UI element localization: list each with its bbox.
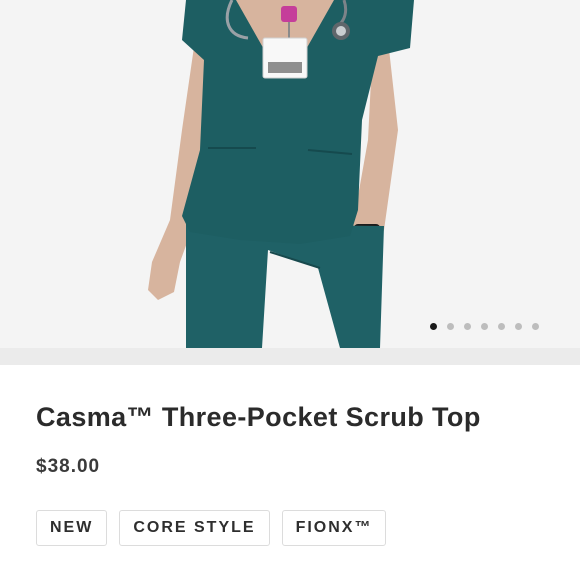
product-title: Casma™ Three-Pocket Scrub Top bbox=[36, 402, 481, 432]
product-image-carousel[interactable] bbox=[0, 0, 580, 348]
carousel-dot-6[interactable] bbox=[515, 323, 522, 330]
product-price: $38.00 bbox=[36, 456, 101, 477]
tag-new: NEW bbox=[36, 510, 108, 546]
carousel-dot-5[interactable] bbox=[498, 323, 505, 330]
product-tags: NEW CORE STYLE FIONX™ bbox=[36, 510, 387, 546]
carousel-dot-4[interactable] bbox=[481, 323, 488, 330]
tag-fionx: FIONX™ bbox=[281, 510, 387, 546]
carousel-dot-7[interactable] bbox=[532, 323, 539, 330]
section-divider bbox=[0, 348, 580, 365]
carousel-pagination bbox=[430, 323, 539, 330]
product-photo bbox=[0, 0, 580, 348]
carousel-dot-2[interactable] bbox=[447, 323, 454, 330]
tag-core-style: CORE STYLE bbox=[119, 510, 270, 546]
carousel-dot-3[interactable] bbox=[464, 323, 471, 330]
carousel-dot-1[interactable] bbox=[430, 323, 437, 330]
